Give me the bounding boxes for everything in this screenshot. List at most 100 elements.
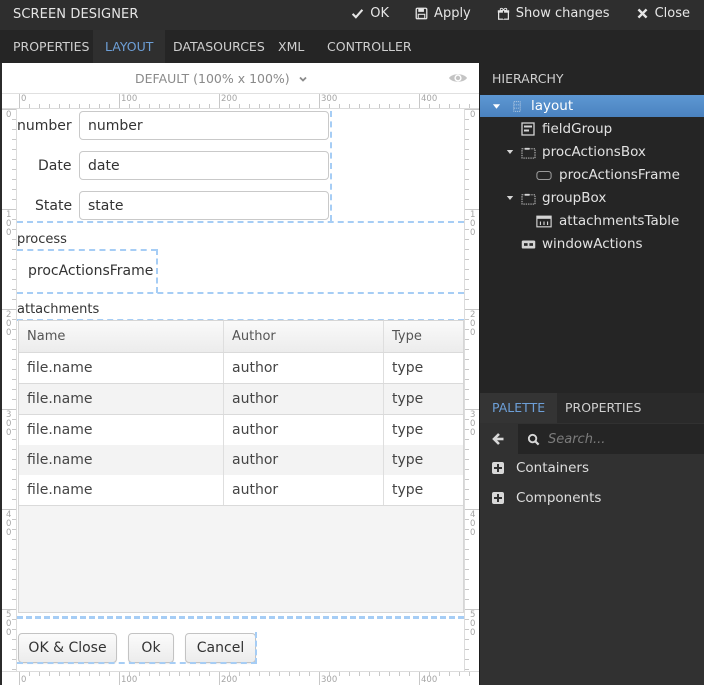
ruler-tick xyxy=(12,489,16,490)
close-button[interactable]: Close xyxy=(636,6,690,21)
ok-label: OK xyxy=(370,6,390,21)
ruler-top: 0 100 200 300 400 xyxy=(2,94,480,109)
ruler-tick xyxy=(12,359,16,360)
palette-group-containers[interactable]: Containers xyxy=(492,460,589,476)
table-row[interactable]: file.name author type xyxy=(19,475,463,506)
ruler-tick xyxy=(459,104,460,108)
tree-label: groupBox xyxy=(542,190,607,206)
ruler-tick xyxy=(12,369,16,370)
ruler-tick xyxy=(12,639,16,640)
tree-item-procactionsframe[interactable]: procActionsFrame xyxy=(480,164,704,186)
state-field[interactable] xyxy=(79,191,329,220)
ruler-tick xyxy=(465,629,469,630)
ruler-tick xyxy=(399,672,400,676)
tab-datasources[interactable]: DATASOURCES xyxy=(161,30,277,63)
ruler-tick xyxy=(12,189,16,190)
ruler-tick xyxy=(59,672,60,676)
ruler-tick xyxy=(179,104,180,108)
palette-search-input[interactable] xyxy=(548,431,698,447)
tree-item-attachmentstable[interactable]: attachmentsTable xyxy=(480,210,704,232)
expand-plus-icon[interactable] xyxy=(492,492,504,504)
ruler-tick xyxy=(199,672,200,676)
ruler-tick xyxy=(465,459,469,460)
tree-item-fieldgroup[interactable]: fieldGroup xyxy=(480,118,704,140)
ruler-tick xyxy=(465,269,469,270)
ruler-label: 1 0 0 xyxy=(6,210,12,238)
tree-item-procactionsbox[interactable]: procActionsBox xyxy=(480,141,704,163)
table-row[interactable]: file.name author type xyxy=(19,384,463,415)
ruler-tick xyxy=(29,672,30,676)
ruler-label: 3 0 0 xyxy=(6,410,12,438)
check-icon xyxy=(352,9,364,19)
ruler-tick xyxy=(465,529,469,530)
apply-button[interactable]: Apply xyxy=(415,6,471,21)
ok-button[interactable]: OK xyxy=(351,6,389,21)
ruler-tick xyxy=(465,469,469,470)
ruler-tick xyxy=(12,439,16,440)
cell-type: type xyxy=(392,452,424,468)
date-field[interactable] xyxy=(79,151,329,180)
ruler-label: 3 0 0 xyxy=(470,410,476,438)
tab-controller[interactable]: CONTROLLER xyxy=(315,30,424,63)
tab-properties-layout[interactable]: PROPERTIES (layout) xyxy=(553,393,704,445)
app-title: SCREEN DESIGNER xyxy=(13,7,139,22)
ruler-label: 0 xyxy=(6,110,12,120)
tree-item-groupbox[interactable]: groupBox xyxy=(480,187,704,209)
tab-properties[interactable]: PROPERTIES xyxy=(1,30,101,63)
ok-form-button[interactable]: Ok xyxy=(128,633,174,663)
tree-item-windowactions[interactable]: windowActions xyxy=(480,233,704,255)
table-row[interactable]: file.name author type xyxy=(19,415,463,446)
caret-down-icon[interactable] xyxy=(505,193,515,203)
tab-xml[interactable]: XML xyxy=(266,30,316,63)
ruler-label: 4 0 0 xyxy=(470,510,476,538)
proc-frame-right-guide xyxy=(156,249,158,293)
caret-down-icon[interactable] xyxy=(505,147,515,157)
ruler-tick xyxy=(289,672,290,676)
ruler-label: 4 0 0 xyxy=(6,510,12,538)
field-group-guide xyxy=(330,111,332,221)
tree-item-layout[interactable]: layout xyxy=(480,95,704,117)
ruler-tick xyxy=(39,672,40,676)
number-field[interactable] xyxy=(79,111,329,140)
ruler-tick xyxy=(209,672,210,676)
expand-plus-icon[interactable] xyxy=(492,462,504,474)
preview-eye-icon[interactable] xyxy=(448,71,468,85)
palette-group-components[interactable]: Components xyxy=(492,490,601,506)
column-header-author[interactable]: Author xyxy=(224,321,384,352)
table-row[interactable]: file.name author type xyxy=(19,445,463,476)
ruler-tick xyxy=(219,94,220,108)
back-arrow-icon[interactable] xyxy=(490,431,506,447)
table-row[interactable]: file.name author type xyxy=(19,353,463,384)
show-changes-button[interactable]: Show changes xyxy=(497,6,610,21)
ruler-tick xyxy=(12,569,16,570)
caret-down-icon[interactable] xyxy=(491,101,501,111)
column-header-type[interactable]: Type xyxy=(384,321,463,352)
ruler-tick xyxy=(12,349,16,350)
column-header-name[interactable]: Name xyxy=(19,321,224,352)
attachments-caption: attachments xyxy=(17,302,100,317)
search-icon xyxy=(527,433,540,445)
ruler-tick xyxy=(99,672,100,676)
ruler-tick xyxy=(465,479,469,480)
chevron-down-icon xyxy=(299,76,307,82)
ruler-tick xyxy=(199,104,200,108)
proc-actions-frame[interactable]: procActionsFrame xyxy=(28,263,153,279)
cancel-button[interactable]: Cancel xyxy=(185,633,256,663)
cell-type: type xyxy=(392,391,424,407)
cell-type: type xyxy=(392,482,424,498)
cell-author: author xyxy=(224,384,384,414)
tab-palette[interactable]: PALETTE xyxy=(480,393,558,423)
ruler-tick xyxy=(12,169,16,170)
screen-profile-select[interactable]: DEFAULT (100% x 100%) xyxy=(135,71,308,86)
attachments-table[interactable]: Name Author Type file.name author type f… xyxy=(18,320,464,613)
tab-layout[interactable]: LAYOUT xyxy=(93,30,166,63)
ruler-tick xyxy=(465,489,469,490)
window-actions-bottom-guide xyxy=(17,662,257,664)
ruler-tick xyxy=(465,579,469,580)
ruler-tick xyxy=(39,104,40,108)
ruler-tick xyxy=(12,139,16,140)
ruler-tick xyxy=(12,289,16,290)
ok-close-button[interactable]: OK & Close xyxy=(18,633,117,663)
ruler-label: 1 0 0 xyxy=(470,210,476,238)
ruler-label: 5 0 0 xyxy=(470,610,476,638)
